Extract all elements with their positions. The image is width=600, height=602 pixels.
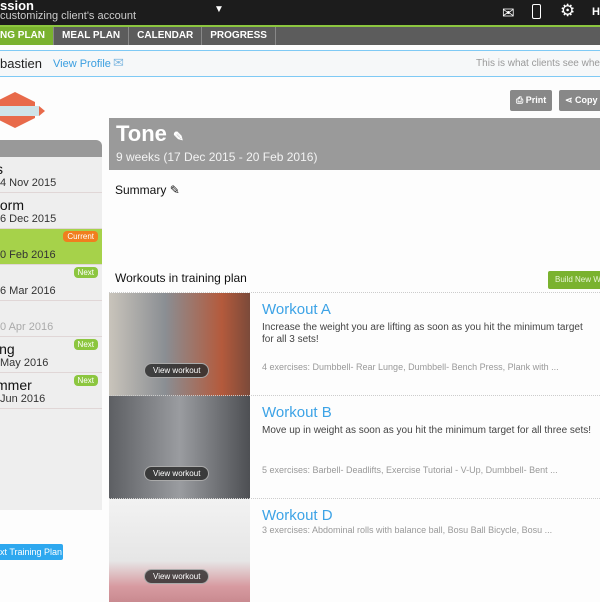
workout-image: View workout xyxy=(109,293,250,396)
view-workout-button[interactable]: View workout xyxy=(144,569,210,584)
plan-dates: 4 Nov 2015 xyxy=(0,177,57,189)
app-subtitle: customizing client's account xyxy=(0,10,136,22)
workout-description: Increase the weight you are lifting as s… xyxy=(262,322,583,345)
tab-calendar[interactable]: CALENDAR xyxy=(129,27,203,45)
plan-title-text: Tone xyxy=(116,121,167,146)
status-badge: Current xyxy=(63,231,98,242)
plan-duration: 9 weeks (17 Dec 2015 - 20 Feb 2016) xyxy=(116,150,318,164)
workout-image: View workout xyxy=(109,396,250,499)
plan-dates: 6 Mar 2016 xyxy=(0,285,56,297)
print-button[interactable]: ⎙ Print xyxy=(510,90,553,111)
plan-dates: May 2016 xyxy=(0,357,49,369)
edit-icon[interactable]: ✎ xyxy=(173,129,184,144)
plan-name: form xyxy=(0,197,24,213)
print-icon: ⎙ xyxy=(516,95,526,105)
workout-card[interactable]: View workout Workout B Move up in weight… xyxy=(109,395,600,499)
client-bar: bastien View Profile ✉ This is what clie… xyxy=(0,50,600,77)
workout-image: View workout xyxy=(109,499,250,602)
list-item[interactable]: Next 6 Mar 2016 xyxy=(0,265,102,301)
status-badge: Next xyxy=(73,267,98,278)
workout-exercises: 3 exercises: Abdominal rolls with balanc… xyxy=(262,525,553,535)
studio-logo xyxy=(0,92,45,128)
workout-description: Move up in weight as soon as you hit the… xyxy=(262,425,592,436)
plan-name: s xyxy=(0,161,102,177)
view-workout-button[interactable]: View workout xyxy=(144,363,210,378)
plan-dates: 0 Apr 2016 xyxy=(0,321,54,333)
workout-exercises: 5 exercises: Barbell- Deadlifts, Exercis… xyxy=(262,465,558,475)
client-name: bastien xyxy=(0,56,42,71)
status-badge: Next xyxy=(73,375,98,386)
summary-label: Summary xyxy=(115,183,167,197)
build-new-workout-button[interactable]: Build New W xyxy=(548,271,600,289)
mobile-icon[interactable] xyxy=(532,4,541,19)
dropdown-caret-icon[interactable]: ▼ xyxy=(214,4,224,15)
workout-name[interactable]: Workout D xyxy=(262,507,333,524)
list-item[interactable]: Current 0 Feb 2016 xyxy=(0,229,102,265)
list-item[interactable]: NextingMay 2016 xyxy=(0,337,102,373)
user-menu[interactable]: H xyxy=(592,6,600,18)
view-profile-link[interactable]: View Profile xyxy=(53,58,111,70)
list-item[interactable]: 0 Apr 2016 xyxy=(0,301,102,337)
list-item[interactable]: form6 Dec 2015 xyxy=(0,193,102,229)
plan-list: s4 Nov 2015 form6 Dec 2015 Current 0 Feb… xyxy=(0,140,102,510)
copy-label: Copy xyxy=(575,95,598,105)
next-training-plan-button[interactable]: xt Training Plan xyxy=(0,544,63,560)
mail-icon[interactable]: ✉ xyxy=(502,4,515,22)
copy-button[interactable]: ⋖ Copy xyxy=(559,90,600,111)
list-item[interactable]: NextmmerJun 2016 xyxy=(0,373,102,409)
workout-name[interactable]: Workout B xyxy=(262,404,332,421)
plan-list-header xyxy=(0,140,102,157)
app-header: ssion customizing client's account ▼ ✉ ⚙… xyxy=(0,0,600,25)
client-view-note: This is what clients see whe xyxy=(476,58,600,69)
workout-exercises: 4 exercises: Dumbbell- Rear Lunge, Dumbb… xyxy=(262,362,559,372)
plan-title: Tone ✎ xyxy=(116,121,184,147)
workouts-heading: Workouts in training plan xyxy=(115,271,247,285)
summary-heading: Summary ✎ xyxy=(115,183,180,197)
list-item[interactable]: s4 Nov 2015 xyxy=(0,157,102,193)
share-icon: ⋖ xyxy=(565,95,576,105)
workout-card[interactable]: View workout Workout A Increase the weig… xyxy=(109,292,600,396)
plan-name xyxy=(0,305,102,321)
tab-meal-plan[interactable]: MEAL PLAN xyxy=(54,27,130,45)
plan-dates: Jun 2016 xyxy=(0,393,46,405)
workout-card[interactable]: View workout Workout D 3 exercises: Abdo… xyxy=(109,498,600,602)
main-nav: NG PLAN MEAL PLAN CALENDAR PROGRESS xyxy=(0,27,600,45)
message-icon[interactable]: ✉ xyxy=(113,55,124,71)
gear-icon[interactable]: ⚙ xyxy=(560,1,575,21)
edit-icon[interactable]: ✎ xyxy=(170,183,180,197)
tab-training-plan[interactable]: NG PLAN xyxy=(0,27,54,45)
plan-header: Tone ✎ 9 weeks (17 Dec 2015 - 20 Feb 201… xyxy=(109,118,600,170)
plan-dates: 0 Feb 2016 xyxy=(0,249,56,261)
tab-progress[interactable]: PROGRESS xyxy=(202,27,276,45)
plan-dates: 6 Dec 2015 xyxy=(0,213,57,225)
view-workout-button[interactable]: View workout xyxy=(144,466,210,481)
workout-name[interactable]: Workout A xyxy=(262,301,331,318)
print-label: Print xyxy=(525,95,547,105)
status-badge: Next xyxy=(73,339,98,350)
